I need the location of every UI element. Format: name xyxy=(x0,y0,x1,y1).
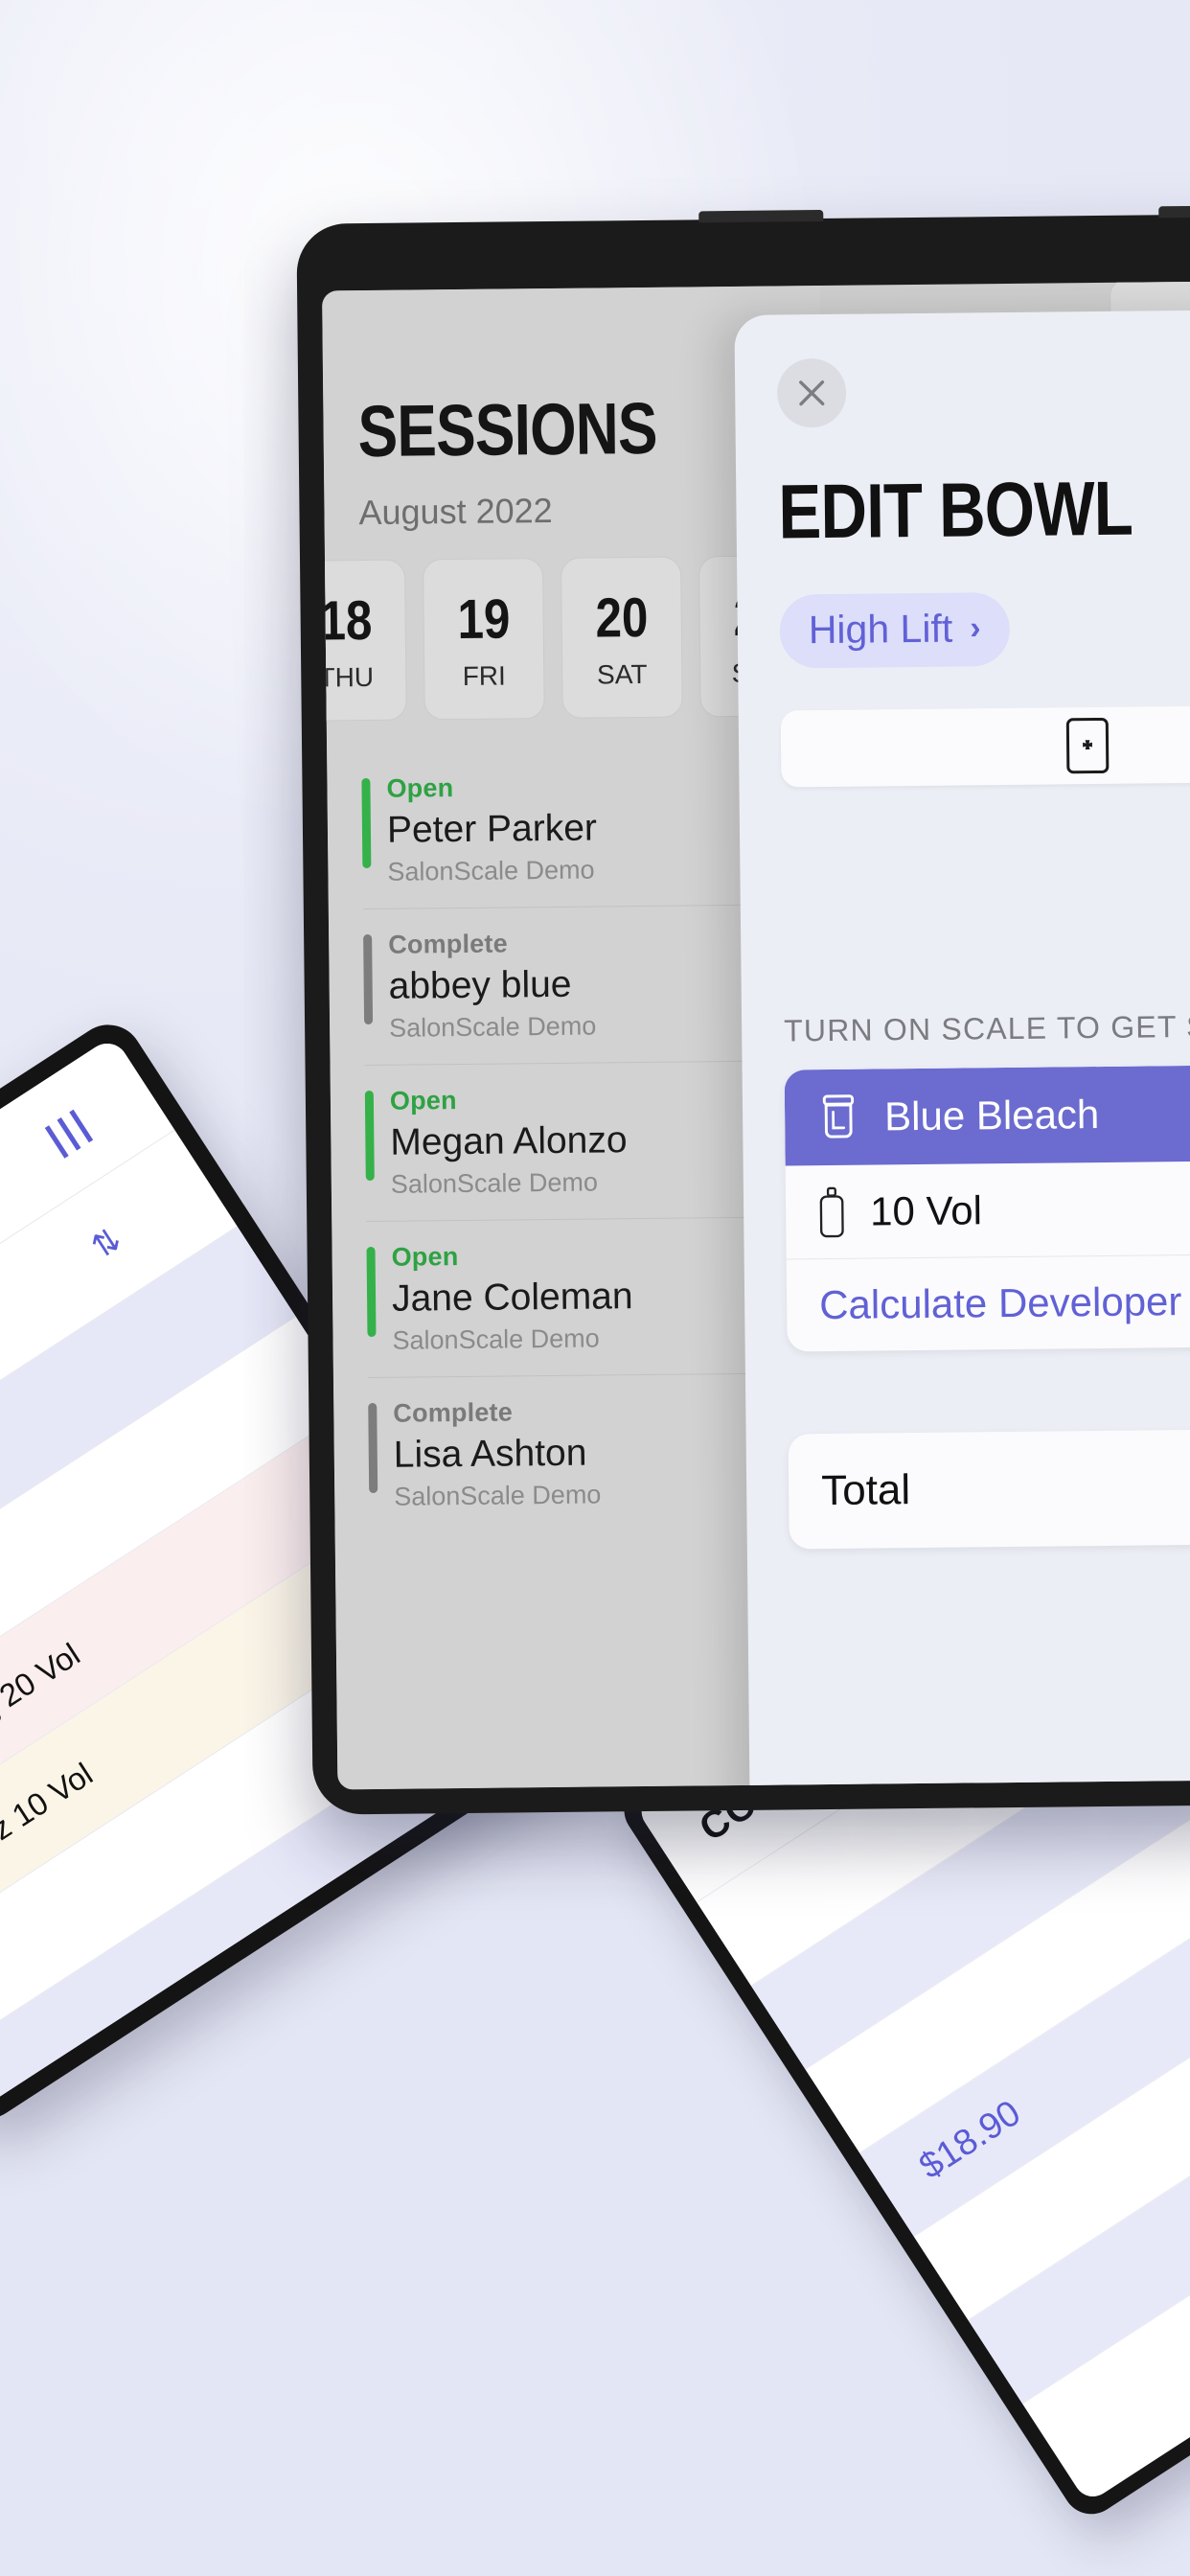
day-card-20[interactable]: 20 SAT xyxy=(560,556,683,719)
day-weekday: SAT xyxy=(596,658,648,689)
product-name: Blue Bleach xyxy=(883,1092,1100,1139)
status-bar-icon xyxy=(361,777,372,869)
bowl-product-card: Blue Bleach 10 Vol Calculate Developer xyxy=(784,1063,1190,1352)
day-card-18[interactable]: 18 THU xyxy=(322,559,407,722)
bluetooth-scale-icon: ᛭ xyxy=(1065,717,1110,774)
scale-connection-bar[interactable]: ᛭ xyxy=(780,703,1190,788)
day-card-19[interactable]: 19 FRI xyxy=(423,558,545,721)
scale-hint-text: TURN ON SCALE TO GET STARTED xyxy=(783,1007,1190,1048)
total-label: Total xyxy=(820,1466,911,1515)
bottle-icon xyxy=(819,1186,844,1237)
close-button[interactable] xyxy=(776,357,847,428)
day-number: 18 xyxy=(322,588,373,653)
status-bar-icon xyxy=(364,1090,375,1182)
expand-arrows-icon[interactable]: ⇅ xyxy=(84,1220,127,1265)
developer-row[interactable]: 10 Vol xyxy=(785,1159,1190,1260)
scene-backdrop: ||| ⇅ Color Toner g 9NA + 100g 20 Vol ac… xyxy=(0,0,1190,2576)
day-weekday: FRI xyxy=(462,659,506,691)
modal-title: EDIT BOWL xyxy=(778,465,1133,555)
status-bar-icon xyxy=(366,1246,377,1338)
day-number: 20 xyxy=(594,586,649,650)
total-card: Total xyxy=(788,1427,1190,1550)
status-bar-icon xyxy=(363,933,374,1025)
jar-icon xyxy=(822,1094,855,1138)
product-header-row[interactable]: Blue Bleach xyxy=(784,1063,1190,1166)
lightener-type-chip[interactable]: High Lift › xyxy=(779,591,1010,669)
edit-bowl-modal: EDIT BOWL High Lift › ᛭ TURN ON SCALE TO… xyxy=(734,309,1190,1790)
day-weekday: THU xyxy=(322,661,375,693)
main-tablet-screen: SESSIONS August 2022 18 THU 19 FRI 20 SA… xyxy=(322,280,1190,1790)
calculate-developer-link[interactable]: Calculate Developer xyxy=(787,1253,1190,1351)
status-bar-icon xyxy=(368,1402,378,1494)
chevron-right-icon: › xyxy=(970,610,981,647)
developer-value: 10 Vol xyxy=(869,1186,983,1234)
chip-label: High Lift xyxy=(808,606,953,653)
close-icon xyxy=(799,380,825,406)
list-lines-icon[interactable]: ||| xyxy=(39,1101,100,1162)
page-title: SESSIONS xyxy=(357,387,658,473)
day-number: 19 xyxy=(456,586,511,651)
main-tablet: SESSIONS August 2022 18 THU 19 FRI 20 SA… xyxy=(296,213,1190,1815)
